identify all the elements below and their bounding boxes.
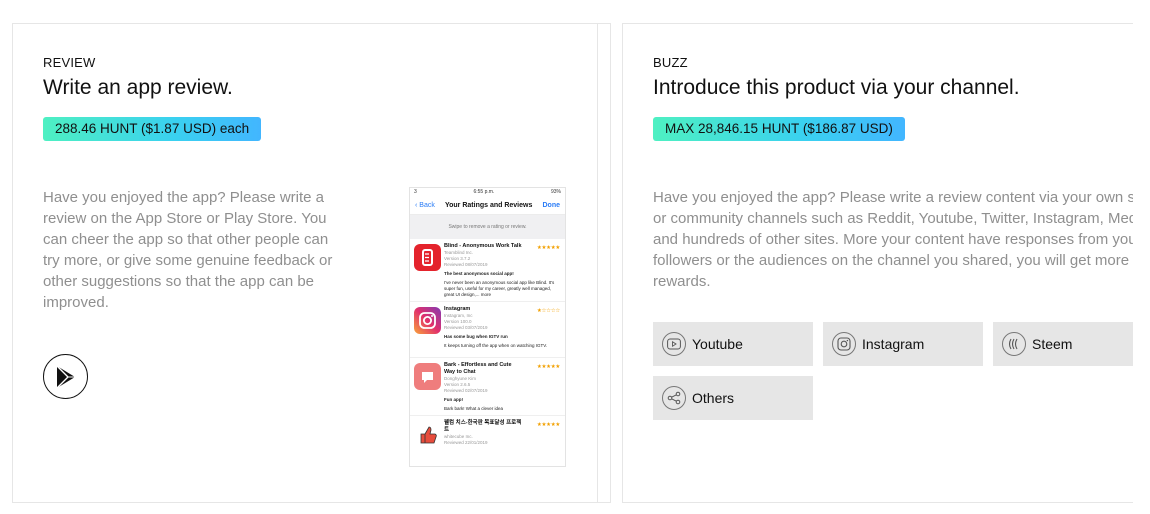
phone-nav-bar: ‹ Back Your Ratings and Reviews Done (410, 197, 565, 215)
buzz-title: Introduce this product via your channel. (653, 76, 1020, 99)
divider (597, 24, 598, 502)
review-kicker: REVIEW (43, 55, 96, 70)
phone-hint: Swipe to remove a rating or review. (410, 215, 565, 239)
review-body-text: It keeps turning off the app when on wat… (444, 343, 548, 348)
phone-review-item: 웰컴 치스-한국판 목표달성 프로젝트 ★★★★★ whitecube Inc.… (410, 416, 565, 466)
app-stars: ★★★★★ (536, 364, 560, 370)
review-description: Have you enjoyed the app? Please write a… (43, 189, 333, 311)
phone-status-battery: 93% (550, 189, 561, 195)
channel-label: Steem (1032, 336, 1073, 352)
review-date: Reviewed 03/07/2019 (444, 325, 488, 330)
blind-app-icon (414, 244, 441, 271)
phone-nav-title: Your Ratings and Reviews (444, 202, 533, 209)
phone-review-item: Blind - Anonymous Work Talk ★★★★★ Teambl… (410, 239, 565, 302)
channel-button-instagram[interactable]: Instagram (823, 322, 983, 366)
review-date: Reviewed 22/01/2019 (444, 440, 488, 445)
channel-button-steem[interactable]: Steem (993, 322, 1133, 366)
instagram-icon (832, 332, 856, 356)
google-play-button[interactable] (43, 354, 88, 399)
review-date: Reviewed 08/07/2019 (444, 262, 488, 267)
phone-status-bar: 3 6:55 p.m. 93% (410, 188, 565, 197)
phone-status-left: 3 (414, 189, 417, 195)
review-title-text: Fun app! (444, 397, 463, 402)
review-card: REVIEW Write an app review. 288.46 HUNT … (12, 23, 611, 503)
app-name: 웰컴 치스-한국판 목표달성 프로젝트 (444, 420, 522, 433)
review-date: Reviewed 02/07/2019 (444, 388, 488, 393)
phone-review-item: Bark - Effortless and Cute Way to Chat ★… (410, 358, 565, 416)
buzz-reward-badge: MAX 28,846.15 HUNT ($186.87 USD) (653, 117, 905, 141)
phone-done: Done (542, 202, 560, 209)
app-stars: ★★★★★ (536, 245, 560, 251)
instagram-app-icon (414, 307, 441, 334)
review-title: Write an app review. (43, 76, 233, 99)
phone-status-time: 6:55 p.m. (473, 189, 495, 195)
app-stars: ★☆☆☆☆ (536, 308, 560, 314)
channel-label: Instagram (862, 336, 925, 352)
app-name: Instagram (444, 306, 471, 312)
share-icon (662, 386, 686, 410)
youtube-icon (662, 332, 686, 356)
app-name: Blind - Anonymous Work Talk (444, 243, 522, 249)
steem-icon (1002, 332, 1026, 356)
review-title-text: The best anonymous social app! (444, 271, 514, 276)
channel-button-youtube[interactable]: Youtube (653, 322, 813, 366)
buzz-kicker: BUZZ (653, 55, 688, 70)
channel-label: Youtube (692, 336, 743, 352)
review-body-text: Bark bark! What a clever idea (444, 406, 504, 411)
review-title-text: Has some bug when IGTV run (444, 334, 508, 339)
buzz-description: Have you enjoyed the app? Please write a… (653, 189, 1133, 290)
app-stars: ★★★★★ (536, 422, 560, 428)
review-reward-badge: 288.46 HUNT ($1.87 USD) each (43, 117, 262, 141)
review-body-text: I've never been an anonymous social app … (444, 280, 555, 297)
channel-button-others[interactable]: Others (653, 376, 813, 420)
app-name: Bark - Effortless and Cute Way to Chat (444, 362, 512, 375)
app-review-screenshot: 3 6:55 p.m. 93% ‹ Back Your Ratings and … (409, 187, 566, 467)
thumbs-up-app-icon (414, 421, 441, 448)
phone-back: ‹ Back (415, 202, 435, 209)
bark-app-icon (414, 363, 441, 390)
buzz-card: BUZZ Introduce this product via your cha… (622, 23, 1133, 503)
channel-label: Others (692, 390, 735, 406)
google-play-icon (56, 365, 75, 389)
phone-review-item: Instagram ★☆☆☆☆ Instagram, Inc Version 1… (410, 302, 565, 358)
